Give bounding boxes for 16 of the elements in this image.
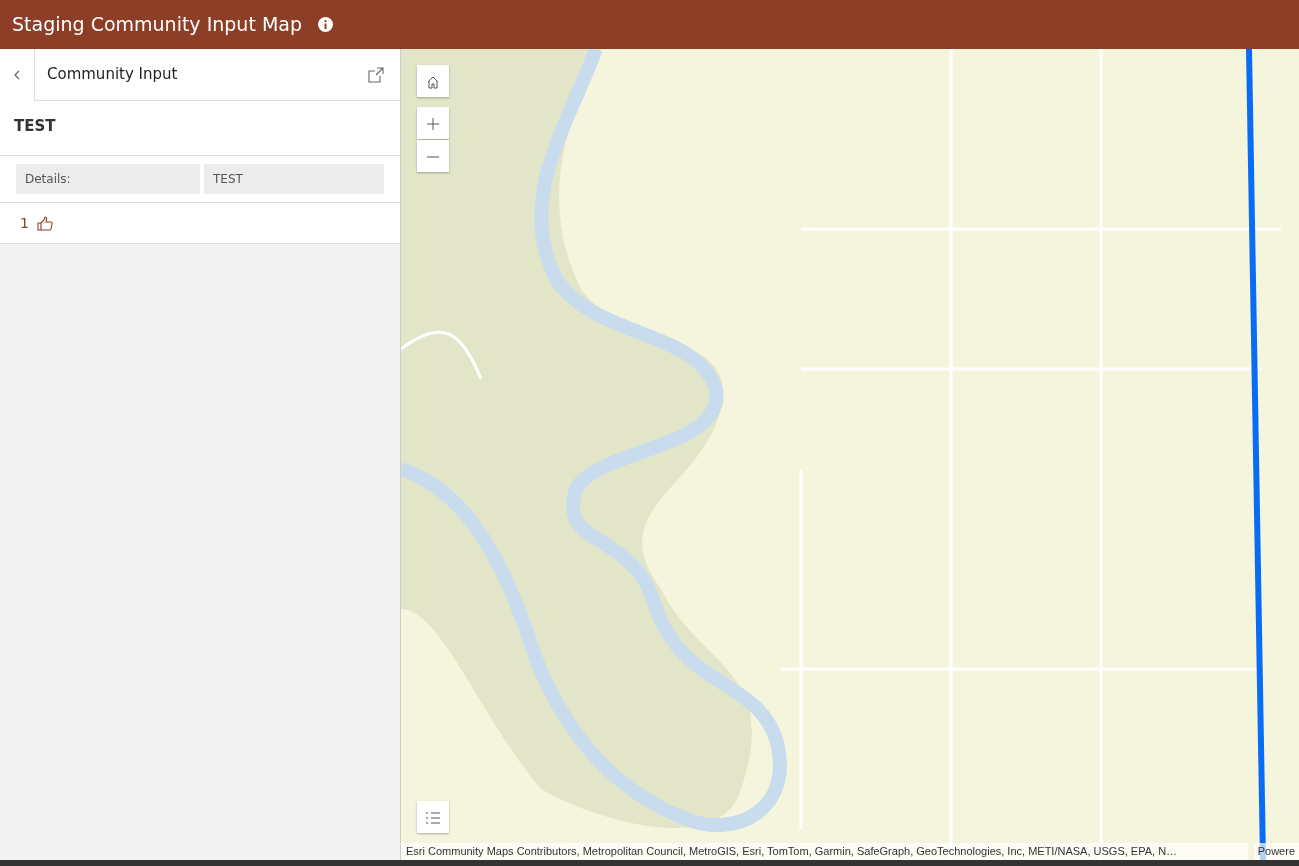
thumbs-up-icon[interactable] bbox=[36, 215, 53, 231]
like-count: 1 bbox=[20, 213, 29, 233]
field-label: Details: bbox=[16, 164, 200, 194]
powered-by-text: Powere bbox=[1253, 843, 1299, 860]
map-attribution: Esri Community Maps Contributors, Metropolitan Council, MetroGIS, Esri, TomTom, Garmin, SafeGraph, GeoTechnologies, Inc, METI/NASA, USGS, EPA, N… bbox=[401, 843, 1248, 860]
info-icon[interactable] bbox=[318, 17, 333, 32]
app-title: Staging Community Input Map bbox=[12, 12, 302, 38]
share-icon[interactable] bbox=[368, 66, 384, 83]
feature-title: TEST bbox=[0, 101, 400, 156]
panel-title: Community Input bbox=[46, 64, 179, 86]
back-button[interactable] bbox=[0, 48, 35, 101]
field-value: TEST bbox=[204, 164, 384, 194]
list-icon bbox=[425, 811, 441, 825]
home-icon bbox=[426, 75, 440, 89]
plus-icon bbox=[427, 118, 439, 130]
chevron-left-icon bbox=[13, 70, 21, 80]
